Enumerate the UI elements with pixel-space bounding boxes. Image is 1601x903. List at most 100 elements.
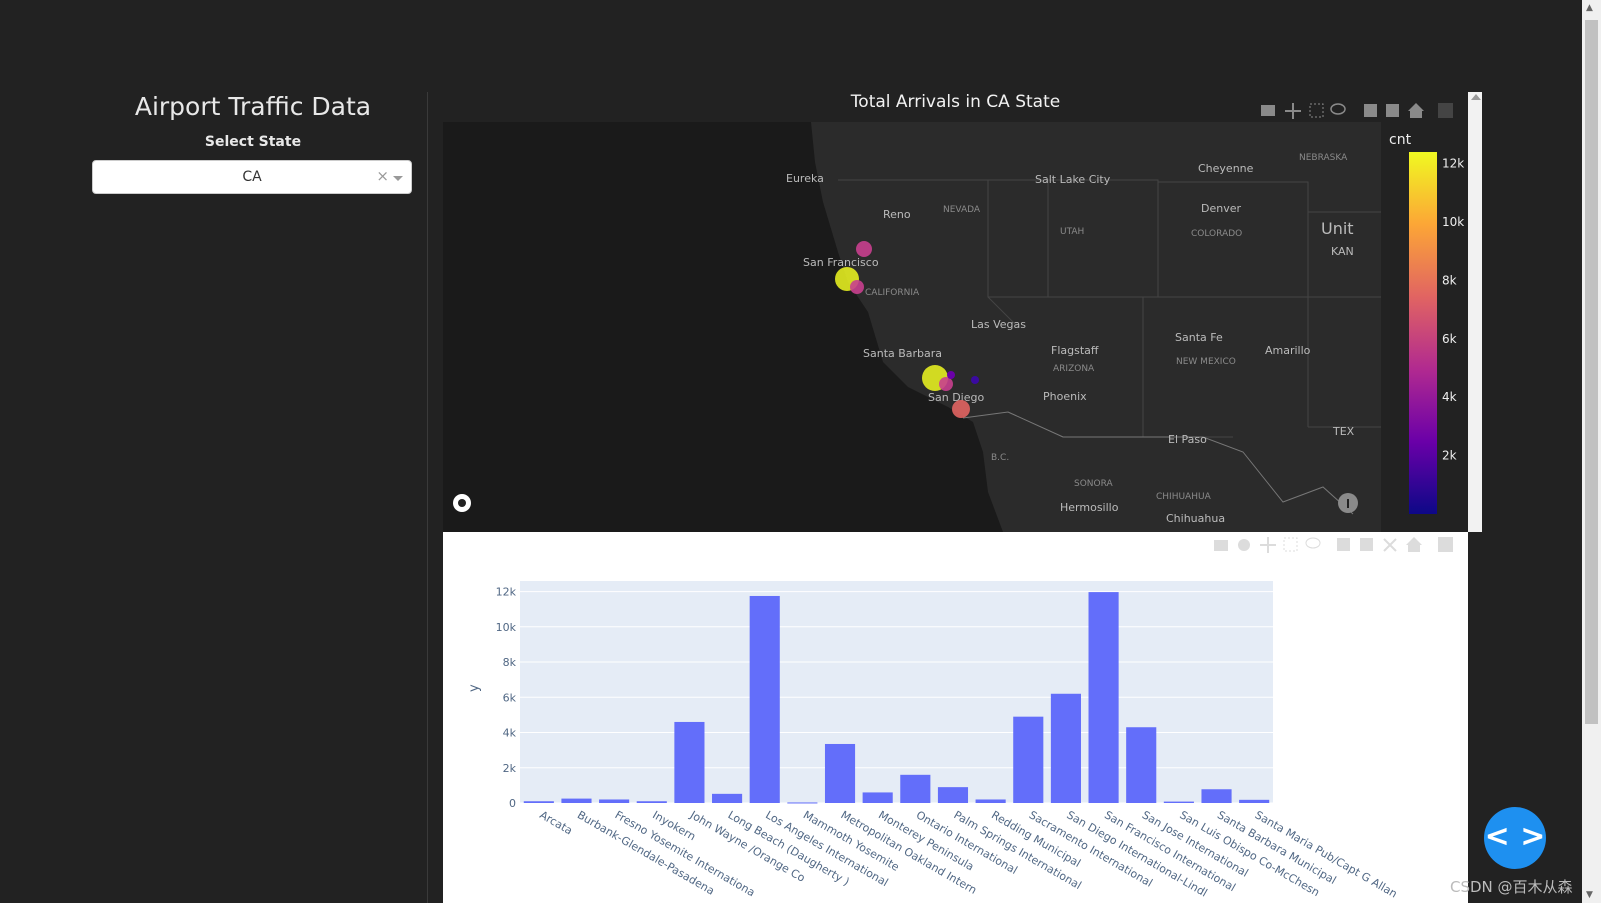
bar[interactable] <box>674 721 705 803</box>
airport-marker-palm-springs[interactable] <box>971 376 979 384</box>
zoom-out-icon[interactable] <box>1386 104 1399 117</box>
plotly-logo-icon[interactable] <box>1438 103 1453 118</box>
map-place-label: UTAH <box>1060 227 1084 237</box>
map-place-label: Unit <box>1321 219 1354 238</box>
colorbar-tick-label: 12k <box>1442 157 1464 171</box>
bar-plot-area: 02k4k6k8k10k12kyArcata Burbank-Glendale-P… <box>467 581 1399 901</box>
bar[interactable] <box>900 774 931 803</box>
bar[interactable] <box>1201 789 1232 803</box>
x-tick-label: Santa Maria Pub/Capt G Allan <box>1253 808 1400 900</box>
bar[interactable] <box>636 801 667 803</box>
bar[interactable] <box>862 792 893 803</box>
camera-icon[interactable] <box>1261 105 1275 116</box>
bar[interactable] <box>824 743 856 803</box>
colorbar-tick-label: 6k <box>1442 332 1457 346</box>
map-place-label: Flagstaff <box>1051 344 1099 357</box>
map-place-label: CHIHUAHUA <box>1156 492 1212 502</box>
bar[interactable] <box>1126 727 1157 803</box>
y-axis-label: y <box>467 684 482 692</box>
bar-plotly-logo-icon[interactable] <box>1438 537 1453 552</box>
bar[interactable] <box>975 799 1006 803</box>
bar[interactable] <box>1239 799 1270 803</box>
bar-box-select-icon[interactable] <box>1283 537 1298 552</box>
map-place-label: Reno <box>883 208 911 221</box>
mapbox-logo-inner <box>458 499 466 507</box>
lasso-icon[interactable] <box>1330 103 1346 115</box>
map-svg[interactable]: Eureka Reno NEVADA Salt Lake City UTAH Cheyen… <box>443 122 1468 532</box>
airport-marker-sacramento[interactable] <box>856 241 872 257</box>
home-icon[interactable] <box>1408 103 1424 118</box>
bar[interactable] <box>1088 592 1119 803</box>
info-icon-glyph <box>1347 499 1349 508</box>
map-place-label: CALIFORNIA <box>865 288 920 298</box>
bar[interactable] <box>523 801 554 803</box>
bar-zoom-icon[interactable] <box>1238 539 1250 551</box>
inner-scrollbar[interactable] <box>1468 92 1482 532</box>
bar[interactable] <box>561 798 592 803</box>
chevron-down-icon[interactable] <box>393 176 403 181</box>
map-place-label: Salt Lake City <box>1035 173 1111 186</box>
clear-icon[interactable]: × <box>376 167 389 185</box>
bar-pan-icon[interactable] <box>1260 537 1276 553</box>
bar[interactable] <box>1163 801 1194 803</box>
map-place-label: Eureka <box>786 172 824 185</box>
map-place-label: Phoenix <box>1043 390 1087 403</box>
bar-chart-svg[interactable]: 02k4k6k8k10k12kyArcata Burbank-Glendale-P… <box>443 532 1468 903</box>
map-place-label: ARIZONA <box>1053 364 1095 374</box>
scroll-up-arrow[interactable]: ▲ <box>1586 3 1593 13</box>
bar-zoom-in-icon[interactable] <box>1337 538 1350 551</box>
app-title: Airport Traffic Data <box>134 92 372 121</box>
scroll-down-arrow[interactable]: ▼ <box>1586 890 1593 900</box>
map-place-label: B.C. <box>991 453 1009 463</box>
map-place-label: Santa Barbara <box>863 347 942 360</box>
map-place-label: COLORADO <box>1191 229 1242 239</box>
bar-home-icon[interactable] <box>1406 537 1422 552</box>
bar-toolbar <box>1214 537 1453 553</box>
bar[interactable] <box>1013 716 1044 803</box>
bar[interactable] <box>787 802 818 804</box>
map-toolbar <box>1261 103 1453 119</box>
y-tick-label: 8k <box>503 656 517 669</box>
bar[interactable] <box>749 595 780 803</box>
bar-autoscale-icon[interactable] <box>1383 538 1397 552</box>
box-select-icon[interactable] <box>1309 103 1324 118</box>
map-place-label: Santa Fe <box>1175 331 1223 344</box>
map-place-label: TEX <box>1332 425 1355 438</box>
code-nav-button[interactable]: < > <box>1484 807 1546 869</box>
y-tick-label: 6k <box>503 691 517 704</box>
bar[interactable] <box>1050 693 1081 803</box>
y-tick-label: 4k <box>503 727 517 740</box>
colorbar-tick-label: 2k <box>1442 449 1457 463</box>
plot-background <box>520 581 1273 803</box>
y-tick-label: 10k <box>496 621 517 634</box>
inner-scroll-up-arrow[interactable] <box>1471 94 1481 100</box>
zoom-in-icon[interactable] <box>1364 104 1377 117</box>
colorbar-title: cnt <box>1389 132 1412 148</box>
map-place-label: Cheyenne <box>1198 162 1254 175</box>
map-place-label: SONORA <box>1074 479 1114 489</box>
window-scroll-thumb[interactable] <box>1585 20 1598 724</box>
map-place-label: NEBRASKA <box>1299 153 1348 163</box>
map-place-label: Las Vegas <box>971 318 1026 331</box>
map-place-label: Hermosillo <box>1060 501 1119 514</box>
map-place-label: Amarillo <box>1265 344 1311 357</box>
pan-icon[interactable] <box>1285 103 1301 119</box>
airport-marker-san-diego[interactable] <box>952 400 970 418</box>
colorbar-tick-label: 8k <box>1442 273 1457 287</box>
state-dropdown[interactable]: CA × <box>92 160 412 194</box>
map-place-label: El Paso <box>1168 433 1207 446</box>
bar-zoom-out-icon[interactable] <box>1360 538 1373 551</box>
watermark: CSDN @百木从森 <box>1450 878 1573 896</box>
colorbar <box>1409 152 1437 514</box>
y-tick-label: 0 <box>509 797 516 810</box>
bar-camera-icon[interactable] <box>1214 540 1228 551</box>
airport-marker-oakland[interactable] <box>850 280 864 294</box>
y-tick-label: 12k <box>496 586 517 599</box>
bar-lasso-icon[interactable] <box>1305 537 1321 549</box>
airport-marker-ontario[interactable] <box>947 371 955 379</box>
airport-marker-burbank[interactable] <box>939 377 953 391</box>
bar[interactable] <box>599 799 630 803</box>
bar[interactable] <box>712 793 743 803</box>
bar[interactable] <box>937 787 969 803</box>
y-tick-label: 2k <box>503 762 517 775</box>
